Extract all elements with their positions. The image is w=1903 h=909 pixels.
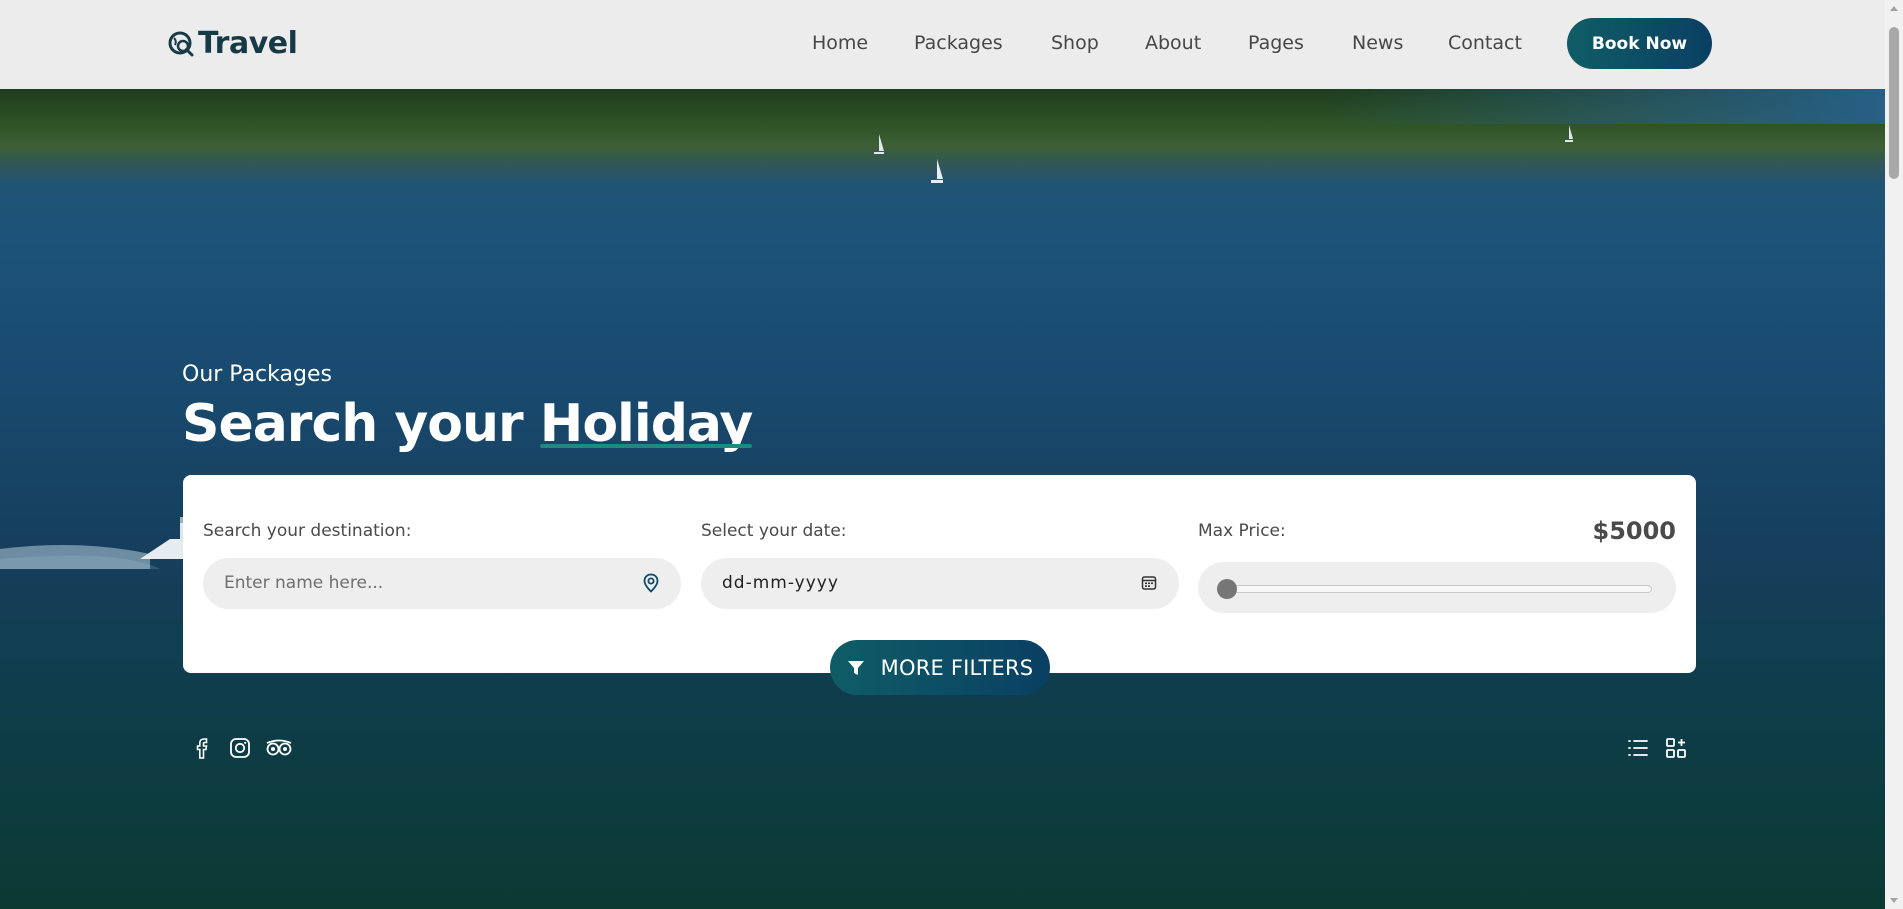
nav-pages[interactable]: Pages xyxy=(1248,32,1304,54)
instagram-icon[interactable] xyxy=(228,736,252,760)
facebook-icon[interactable] xyxy=(190,736,214,760)
hero-title: Search your Holiday xyxy=(182,394,754,454)
logo-text: Travel xyxy=(198,26,298,61)
sailboat-image xyxy=(931,159,943,183)
nav-about[interactable]: About xyxy=(1145,32,1201,54)
date-label: Select your date: xyxy=(701,521,847,541)
list-view-icon[interactable] xyxy=(1626,736,1650,760)
nav-home[interactable]: Home xyxy=(812,32,868,54)
page-scrollbar[interactable] xyxy=(1885,0,1903,909)
site-header: Travel Home Packages Shop About Pages Ne… xyxy=(0,0,1885,89)
slider-track[interactable] xyxy=(1222,585,1652,593)
price-slider[interactable] xyxy=(1198,562,1676,613)
max-price-value: $5000 xyxy=(1592,517,1677,545)
nav-shop[interactable]: Shop xyxy=(1051,32,1099,54)
filter-icon xyxy=(847,660,864,675)
calendar-icon[interactable] xyxy=(1139,573,1159,593)
destination-label: Search your destination: xyxy=(203,521,412,541)
max-price-label: Max Price: xyxy=(1198,521,1286,541)
slider-thumb[interactable] xyxy=(1217,579,1237,599)
sailboat-image xyxy=(874,134,884,154)
scroll-thumb[interactable] xyxy=(1889,27,1899,179)
destination-input[interactable]: Enter name here... xyxy=(203,558,681,609)
hero-subtitle: Our Packages xyxy=(182,362,332,387)
tripadvisor-icon[interactable] xyxy=(265,736,293,760)
destination-placeholder: Enter name here... xyxy=(224,573,384,593)
book-now-button[interactable]: Book Now xyxy=(1567,18,1712,69)
nav-packages[interactable]: Packages xyxy=(914,32,1003,54)
hero-title-highlight: Holiday xyxy=(539,394,754,454)
date-value: dd-mm-yyyy xyxy=(722,573,839,593)
sailboat-image xyxy=(1565,125,1573,142)
scroll-down-arrow-icon[interactable] xyxy=(1889,895,1899,905)
grid-view-icon[interactable] xyxy=(1664,736,1688,760)
nav-contact[interactable]: Contact xyxy=(1448,32,1522,54)
logo-search-globe-icon xyxy=(168,31,194,56)
more-filters-button[interactable]: MORE FILTERS xyxy=(830,640,1050,695)
date-input[interactable]: dd-mm-yyyy xyxy=(701,558,1179,609)
nav-news[interactable]: News xyxy=(1352,32,1403,54)
more-filters-label: MORE FILTERS xyxy=(880,655,1034,680)
location-pin-icon xyxy=(643,573,659,593)
scroll-up-arrow-icon[interactable] xyxy=(1889,4,1899,14)
logo[interactable]: Travel xyxy=(168,26,298,61)
